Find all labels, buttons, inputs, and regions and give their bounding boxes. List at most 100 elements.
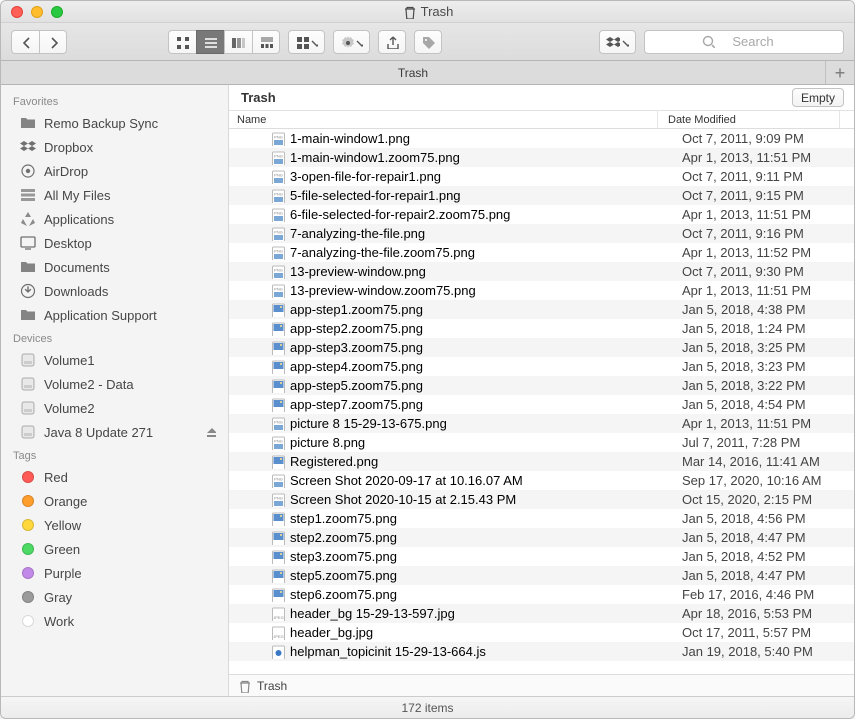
file-type-icon: [271, 645, 285, 659]
column-header-date[interactable]: Date Modified: [658, 111, 840, 128]
file-type-icon: [271, 341, 285, 355]
column-view-button[interactable]: [224, 30, 252, 54]
chevron-down-icon: [309, 35, 318, 49]
file-row[interactable]: step2.zoom75.pngJan 5, 2018, 4:47 PM: [229, 528, 854, 547]
file-row[interactable]: picture 8.pngJul 7, 2011, 7:28 PM: [229, 433, 854, 452]
file-row[interactable]: step1.zoom75.pngJan 5, 2018, 4:56 PM: [229, 509, 854, 528]
chevron-down-icon: [354, 35, 363, 49]
list-view-button[interactable]: [196, 30, 224, 54]
sidebar-item-all-my-files[interactable]: All My Files: [1, 183, 228, 207]
file-row[interactable]: app-step5.zoom75.pngJan 5, 2018, 3:22 PM: [229, 376, 854, 395]
empty-trash-button[interactable]: Empty: [792, 88, 844, 107]
file-date: Apr 1, 2013, 11:51 PM: [672, 207, 854, 222]
file-name: step2.zoom75.png: [290, 530, 397, 545]
file-row[interactable]: 6-file-selected-for-repair2.zoom75.pngAp…: [229, 205, 854, 224]
file-row[interactable]: app-step7.zoom75.pngJan 5, 2018, 4:54 PM: [229, 395, 854, 414]
file-row[interactable]: 7-analyzing-the-file.pngOct 7, 2011, 9:1…: [229, 224, 854, 243]
sidebar-item-applications[interactable]: Applications: [1, 207, 228, 231]
gallery-view-icon: [259, 35, 273, 49]
file-name: app-step3.zoom75.png: [290, 340, 423, 355]
sidebar-item-label: Purple: [44, 566, 82, 581]
sidebar-item-gray[interactable]: Gray: [1, 585, 228, 609]
sidebar-item-volume1[interactable]: Volume1: [1, 348, 228, 372]
icon-view-button[interactable]: [168, 30, 196, 54]
file-row[interactable]: header_bg.jpgOct 17, 2011, 5:57 PM: [229, 623, 854, 642]
sidebar-item-airdrop[interactable]: AirDrop: [1, 159, 228, 183]
search-field[interactable]: [644, 30, 844, 54]
file-row[interactable]: app-step2.zoom75.pngJan 5, 2018, 1:24 PM: [229, 319, 854, 338]
sidebar-item-application-support[interactable]: Application Support: [1, 303, 228, 327]
sidebar-item-dropbox[interactable]: Dropbox: [1, 135, 228, 159]
file-row[interactable]: Screen Shot 2020-10-15 at 2.15.43 PMOct …: [229, 490, 854, 509]
sidebar-item-volume2-data[interactable]: Volume2 - Data: [1, 372, 228, 396]
file-date: Apr 18, 2016, 5:53 PM: [672, 606, 854, 621]
file-row[interactable]: header_bg 15-29-13-597.jpgApr 18, 2016, …: [229, 604, 854, 623]
tab-trash[interactable]: Trash: [1, 61, 826, 84]
new-tab-button[interactable]: +: [826, 62, 854, 84]
tags-button[interactable]: [414, 30, 442, 54]
sidebar-item-desktop[interactable]: Desktop: [1, 231, 228, 255]
zoom-window-button[interactable]: [51, 6, 63, 18]
forward-button[interactable]: [39, 30, 67, 54]
file-row[interactable]: 5-file-selected-for-repair1.pngOct 7, 20…: [229, 186, 854, 205]
eject-button[interactable]: [204, 425, 216, 440]
folder-icon: [19, 306, 37, 324]
file-row[interactable]: 13-preview-window.pngOct 7, 2011, 9:30 P…: [229, 262, 854, 281]
list-view-icon: [203, 35, 217, 49]
tag-icon: [19, 540, 37, 558]
sidebar-item-java-8-update-271[interactable]: Java 8 Update 271: [1, 420, 228, 444]
file-row[interactable]: app-step4.zoom75.pngJan 5, 2018, 3:23 PM: [229, 357, 854, 376]
tag-icon: [19, 612, 37, 630]
sidebar-item-orange[interactable]: Orange: [1, 489, 228, 513]
share-icon: [385, 35, 399, 49]
file-row[interactable]: Screen Shot 2020-09-17 at 10.16.07 AMSep…: [229, 471, 854, 490]
close-window-button[interactable]: [11, 6, 23, 18]
back-button[interactable]: [11, 30, 39, 54]
group-by-button[interactable]: [288, 30, 325, 54]
file-type-icon: [271, 322, 285, 336]
file-row[interactable]: 3-open-file-for-repair1.pngOct 7, 2011, …: [229, 167, 854, 186]
tag-icon: [19, 588, 37, 606]
file-row[interactable]: 1-main-window1.zoom75.pngApr 1, 2013, 11…: [229, 148, 854, 167]
file-list[interactable]: 1-main-window1.pngOct 7, 2011, 9:09 PM1-…: [229, 129, 854, 674]
sidebar-item-documents[interactable]: Documents: [1, 255, 228, 279]
sidebar-item-purple[interactable]: Purple: [1, 561, 228, 585]
action-button[interactable]: [333, 30, 370, 54]
sidebar-item-label: Java 8 Update 271: [44, 425, 153, 440]
gallery-view-button[interactable]: [252, 30, 280, 54]
file-row[interactable]: 7-analyzing-the-file.zoom75.pngApr 1, 20…: [229, 243, 854, 262]
search-input[interactable]: [644, 30, 844, 54]
sidebar-item-work[interactable]: Work: [1, 609, 228, 633]
share-button[interactable]: [378, 30, 406, 54]
sidebar-item-downloads[interactable]: Downloads: [1, 279, 228, 303]
file-row[interactable]: 1-main-window1.pngOct 7, 2011, 9:09 PM: [229, 129, 854, 148]
path-bar[interactable]: Trash: [229, 674, 854, 696]
minimize-window-button[interactable]: [31, 6, 43, 18]
sidebar-item-yellow[interactable]: Yellow: [1, 513, 228, 537]
file-row[interactable]: app-step3.zoom75.pngJan 5, 2018, 3:25 PM: [229, 338, 854, 357]
column-header-name[interactable]: Name: [229, 111, 658, 128]
file-row[interactable]: 13-preview-window.zoom75.pngApr 1, 2013,…: [229, 281, 854, 300]
file-row[interactable]: app-step1.zoom75.pngJan 5, 2018, 4:38 PM: [229, 300, 854, 319]
file-date: Oct 7, 2011, 9:16 PM: [672, 226, 854, 241]
sidebar-item-label: Downloads: [44, 284, 108, 299]
sidebar-item-remo-backup-sync[interactable]: Remo Backup Sync: [1, 111, 228, 135]
column-view-icon: [231, 35, 245, 49]
dropbox-toolbar-button[interactable]: [599, 30, 636, 54]
file-row[interactable]: step6.zoom75.pngFeb 17, 2016, 4:46 PM: [229, 585, 854, 604]
file-date: Jan 19, 2018, 5:40 PM: [672, 644, 854, 659]
file-type-icon: [271, 626, 285, 640]
file-row[interactable]: helpman_topicinit 15-29-13-664.jsJan 19,…: [229, 642, 854, 661]
file-date: Oct 7, 2011, 9:11 PM: [672, 169, 854, 184]
sidebar-item-red[interactable]: Red: [1, 465, 228, 489]
file-row[interactable]: picture 8 15-29-13-675.pngApr 1, 2013, 1…: [229, 414, 854, 433]
sidebar-item-label: Application Support: [44, 308, 157, 323]
sidebar-item-volume2[interactable]: Volume2: [1, 396, 228, 420]
file-row[interactable]: Registered.pngMar 14, 2016, 11:41 AM: [229, 452, 854, 471]
file-row[interactable]: step5.zoom75.pngJan 5, 2018, 4:47 PM: [229, 566, 854, 585]
location-crumb: Trash: [241, 90, 276, 105]
sidebar-item-green[interactable]: Green: [1, 537, 228, 561]
file-row[interactable]: step3.zoom75.pngJan 5, 2018, 4:52 PM: [229, 547, 854, 566]
file-type-icon: [271, 284, 285, 298]
sidebar-item-label: Volume2 - Data: [44, 377, 134, 392]
